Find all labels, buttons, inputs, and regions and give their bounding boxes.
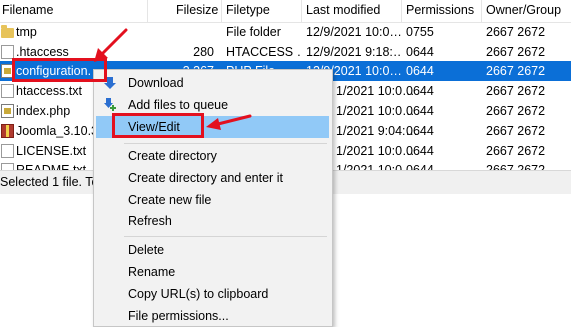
annotation-arrow-icon <box>206 114 252 130</box>
annotation-box-view-edit <box>112 113 204 138</box>
column-divider[interactable] <box>401 0 402 22</box>
file-owner: 2667 2672 <box>486 124 546 138</box>
file-owner: 2667 2672 <box>486 84 546 98</box>
file-owner: 2667 2672 <box>486 104 546 118</box>
column-divider[interactable] <box>147 0 148 22</box>
file-name: index.php <box>16 104 71 118</box>
file-permissions: 0644 <box>406 144 434 158</box>
column-divider[interactable] <box>221 0 222 22</box>
file-permissions: 0644 <box>406 124 434 138</box>
context-menu: Download Add files to queue View/Edit Cr… <box>93 69 333 327</box>
menu-item-refresh[interactable]: Refresh <box>96 210 329 232</box>
file-name: README.txt <box>16 163 87 170</box>
menu-item-file-permissions[interactable]: File permissions... <box>96 305 329 327</box>
column-filetype[interactable]: Filetype <box>226 0 270 22</box>
menu-separator <box>124 236 327 237</box>
column-owner-group[interactable]: Owner/Group <box>486 0 561 22</box>
menu-item-copy-urls[interactable]: Copy URL(s) to clipboard <box>96 283 329 305</box>
file-permissions: 0644 <box>406 163 434 170</box>
php-file-icon <box>1 104 14 118</box>
file-owner: 2667 2672 <box>486 25 546 39</box>
file-size: 280 <box>193 45 214 59</box>
menu-item-label: Copy URL(s) to clipboard <box>128 287 269 301</box>
file-type: File folder <box>226 25 281 39</box>
column-divider[interactable] <box>481 0 482 22</box>
menu-item-label: Refresh <box>128 214 172 228</box>
menu-item-label: Create new file <box>128 193 212 207</box>
column-last-modified[interactable]: Last modified <box>306 0 380 22</box>
menu-item-create-directory[interactable]: Create directory <box>96 145 329 167</box>
column-permissions[interactable]: Permissions <box>406 0 474 22</box>
column-filename[interactable]: Filename <box>2 0 53 22</box>
menu-item-rename[interactable]: Rename <box>96 261 329 283</box>
text-file-icon <box>1 84 14 98</box>
menu-item-create-directory-enter[interactable]: Create directory and enter it <box>96 167 329 189</box>
annotation-arrow-icon <box>94 28 128 62</box>
file-owner: 2667 2672 <box>486 163 546 170</box>
file-permissions: 0644 <box>406 45 434 59</box>
file-permissions: 0644 <box>406 84 434 98</box>
folder-icon <box>1 25 14 38</box>
file-type: HTACCESS … <box>226 45 302 59</box>
menu-separator <box>124 143 327 144</box>
text-file-icon <box>1 163 14 170</box>
menu-item-label: File permissions... <box>128 309 229 323</box>
archive-icon <box>1 124 14 138</box>
column-divider[interactable] <box>301 0 302 22</box>
file-permissions: 0644 <box>406 64 434 78</box>
column-filesize[interactable]: Filesize <box>176 0 218 22</box>
file-owner: 2667 2672 <box>486 144 546 158</box>
menu-item-download[interactable]: Download <box>96 72 329 94</box>
menu-item-label: Create directory and enter it <box>128 171 283 185</box>
menu-item-create-new-file[interactable]: Create new file <box>96 189 329 211</box>
menu-item-label: Delete <box>128 243 165 257</box>
file-name: Joomla_3.10.3- <box>16 124 102 138</box>
menu-item-label: Rename <box>128 265 176 279</box>
file-modified: 12/9/2021 9:18:… <box>306 45 401 59</box>
file-icon <box>1 45 14 59</box>
text-file-icon <box>1 144 14 158</box>
file-row-tmp[interactable]: tmp File folder 12/9/2021 10:0… 0755 266… <box>0 22 571 42</box>
file-owner: 2667 2672 <box>486 45 546 59</box>
file-size <box>150 22 214 42</box>
menu-item-label: Download <box>128 76 184 90</box>
file-permissions: 0755 <box>406 25 434 39</box>
file-owner: 2667 2672 <box>486 64 546 78</box>
file-modified: 12/9/2021 10:0… <box>306 25 401 39</box>
file-list-header: Filename Filesize Filetype Last modified… <box>0 0 571 23</box>
file-name: htaccess.txt <box>16 84 82 98</box>
file-name: LICENSE.txt <box>16 144 87 158</box>
add-to-queue-icon <box>104 98 116 111</box>
menu-item-label: Create directory <box>128 149 217 163</box>
menu-item-delete[interactable]: Delete <box>96 239 329 261</box>
file-permissions: 0644 <box>406 104 434 118</box>
